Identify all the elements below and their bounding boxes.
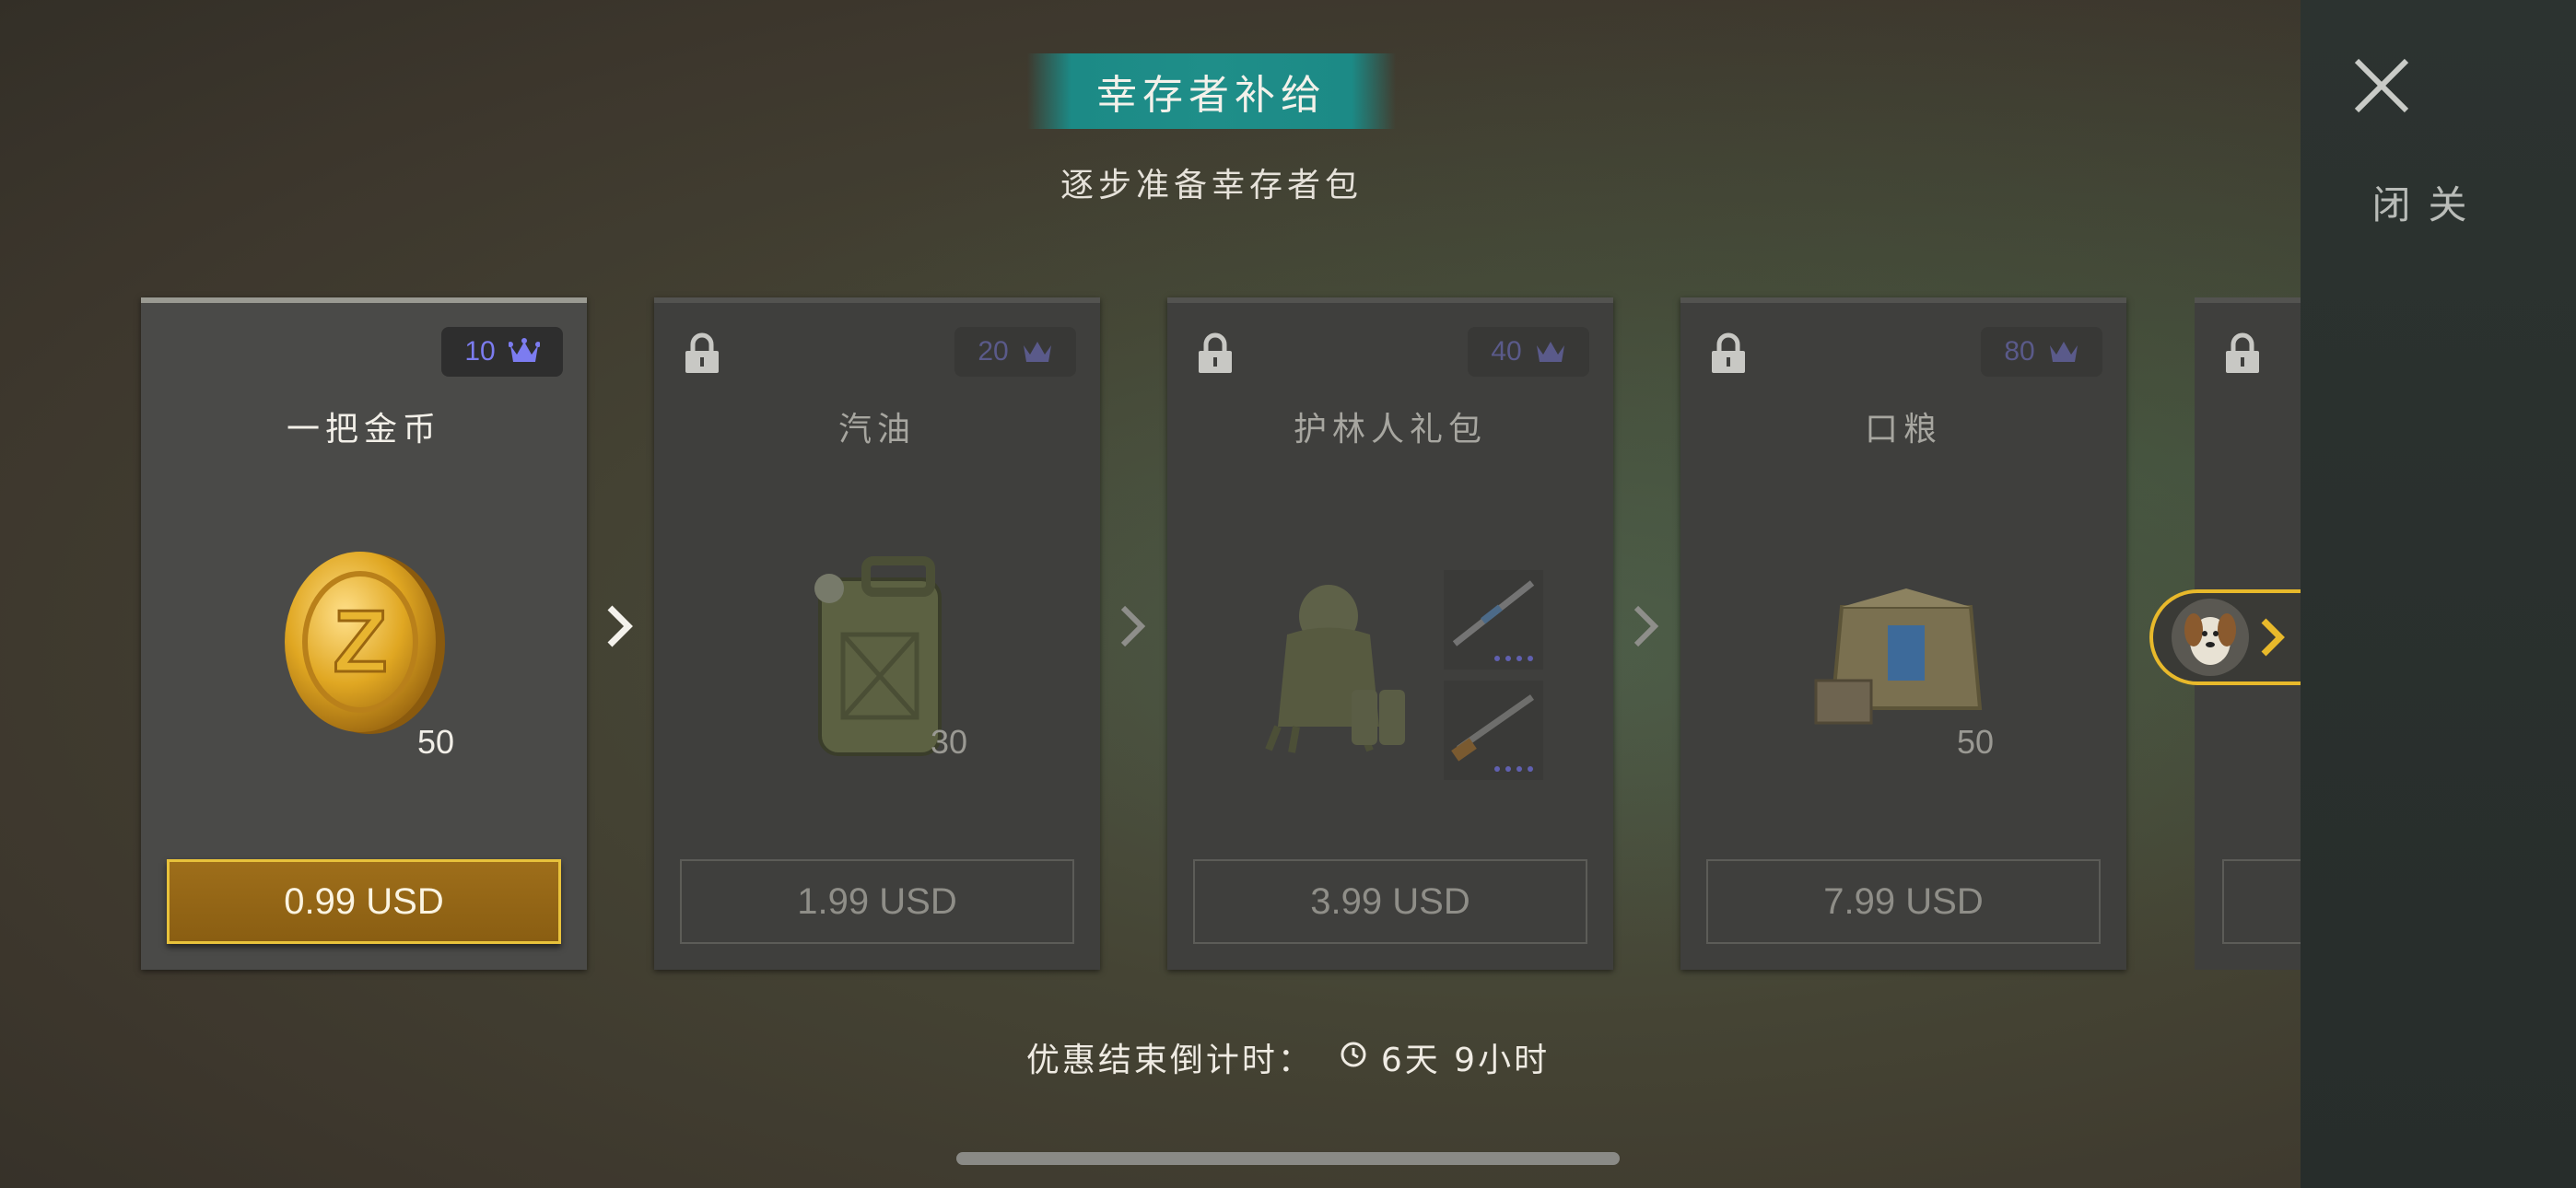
crown-points-badge: 40 [1468,327,1589,377]
clock-icon [1340,1039,1367,1077]
buy-button[interactable]: 1.99 USD [680,859,1074,944]
offer-card-gold-coins[interactable]: 10 一把金币 Z 50 0.99 USD [141,297,587,970]
card-title: 口粮 [1864,411,1942,448]
crown-icon [2049,342,2078,362]
crown-points: 10 [464,336,496,367]
page-title: 幸存者补给 [1096,72,1327,119]
pet-shortcut-button[interactable] [2149,589,2301,685]
crown-points-badge: 10 [441,327,563,377]
svg-text:Z: Z [334,592,388,691]
chevron-right-icon [607,605,633,647]
item-quantity: 50 [417,723,455,761]
buy-button[interactable]: 3.99 USD [1193,859,1587,944]
item-quantity: 50 [1957,723,1995,761]
crown-icon [1023,342,1051,362]
lock-icon [2226,332,2259,373]
crown-points: 80 [2004,336,2035,367]
crown-points-badge: 80 [1981,327,2102,377]
buy-button-partial[interactable] [2222,859,2301,944]
ghillie-suit-icon [1265,585,1405,753]
title-banner: 幸存者补给 [1027,53,1396,129]
item-quantity: 30 [931,723,968,761]
item-image: Z [141,487,587,874]
crown-points: 20 [978,336,1009,367]
crown-points-badge: 20 [954,327,1076,377]
offer-card-rations[interactable]: 80 口粮 50 7.99 USD [1680,297,2126,970]
dog-avatar-icon [2172,599,2285,676]
buy-button[interactable]: 7.99 USD [1706,859,2101,944]
ration-crate-icon [1814,588,1983,725]
weapon-slot [1444,681,1543,780]
offer-card-ranger-pack[interactable]: 40 护林人礼包 3.99 USD [1167,297,1613,970]
item-image [1167,487,1613,874]
card-title: 一把金币 [286,411,441,448]
item-image [1680,487,2126,874]
page-subtitle: 逐步准备幸存者包 [1060,167,1363,204]
gold-coin-icon: Z [285,552,445,734]
card-title: 汽油 [837,411,916,448]
countdown-time: 6天 9小时 [1380,1042,1551,1079]
crown-points: 40 [1491,336,1522,367]
buy-button[interactable]: 0.99 USD [167,859,561,944]
countdown: 优惠结束倒计时： 6天 9小时 [0,1033,2576,1081]
crown-icon [508,338,540,362]
item-image [654,487,1100,874]
lock-icon [1199,332,1232,373]
shotgun-icon [1451,694,1535,772]
lock-icon [1712,332,1745,373]
chevron-right-icon [1120,605,1146,647]
card-title: 护林人礼包 [1293,411,1487,448]
lock-icon [685,332,719,373]
rifle-slot [1444,570,1543,670]
close-icon [2354,58,2409,113]
home-indicator[interactable] [956,1152,1620,1165]
chevron-right-icon [1633,605,1659,647]
sniper-rifle-icon [1452,580,1535,661]
countdown-label: 优惠结束倒计时： [1025,1042,1314,1079]
close-button[interactable]: 关闭 [2340,46,2467,249]
offer-card-gasoline[interactable]: 20 汽油 30 1.99 USD [654,297,1100,970]
crown-icon [1536,342,1564,362]
